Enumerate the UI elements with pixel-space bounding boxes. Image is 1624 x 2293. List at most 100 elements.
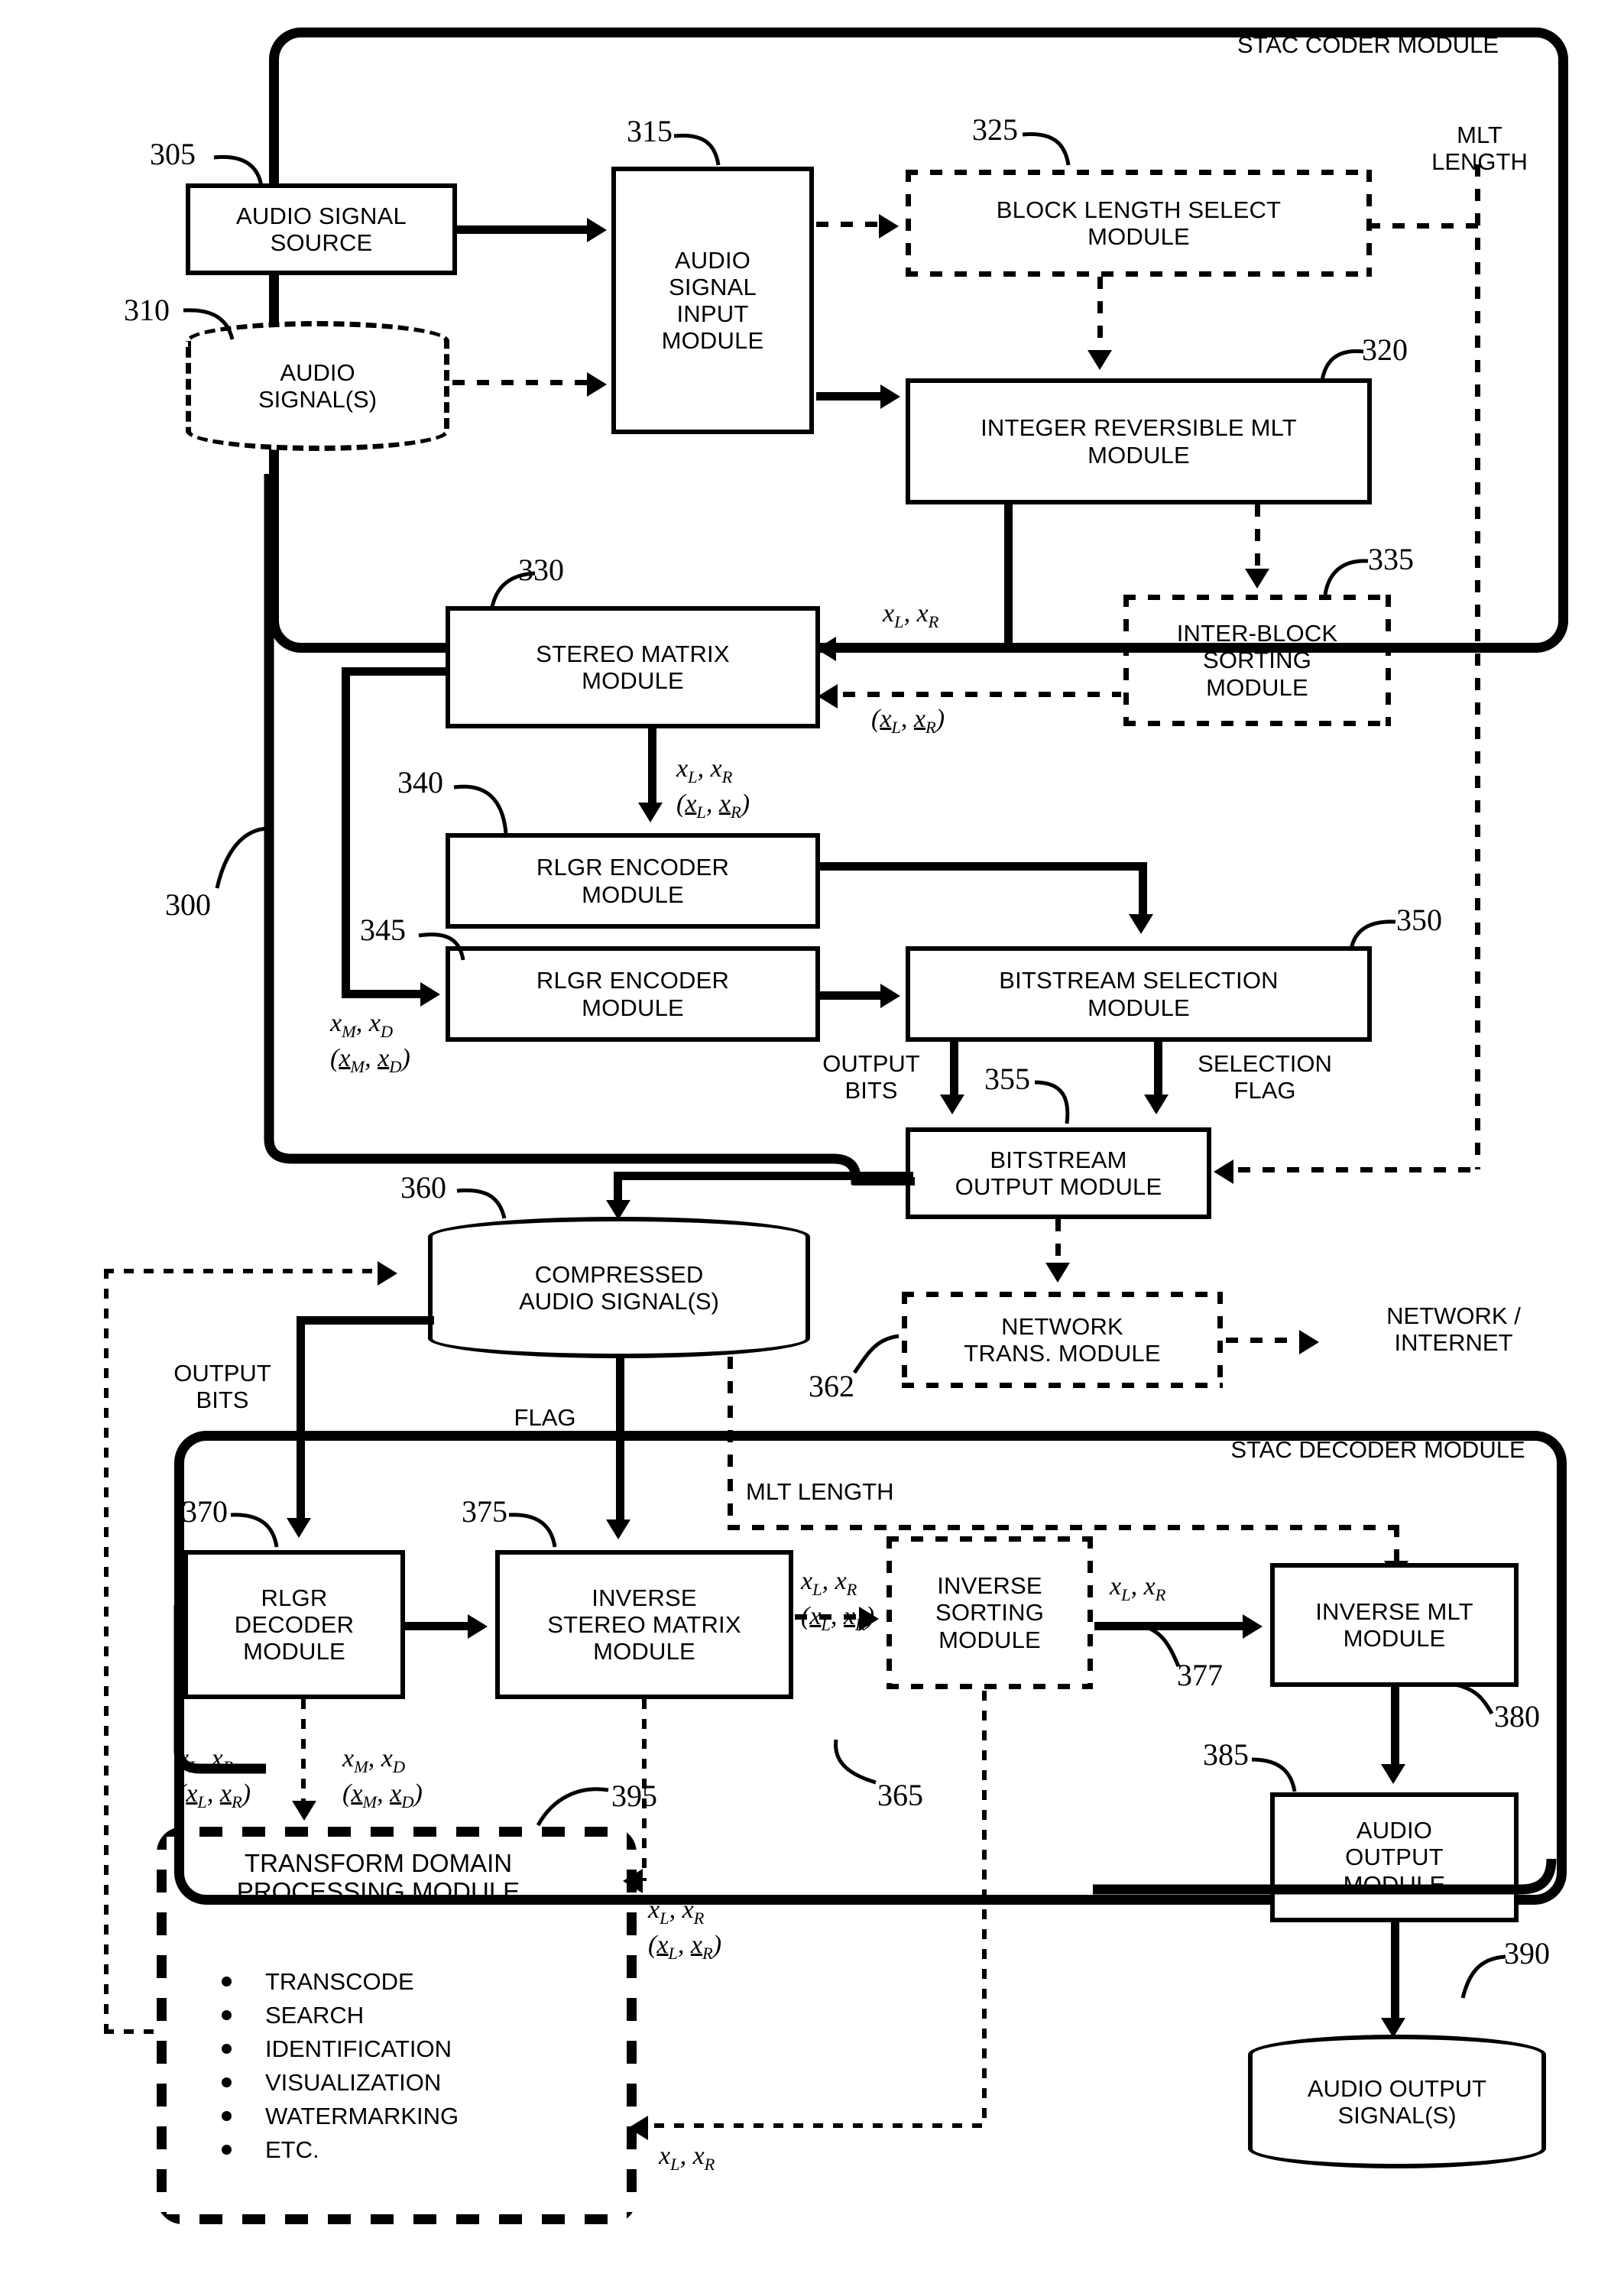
ref-305: 305 (150, 137, 196, 171)
label-xlr-tdp-right: xL, xR (xL, xR) (648, 1896, 722, 1963)
audio-signal-input-module[interactable]: AUDIO SIGNAL INPUT MODULE (611, 167, 814, 434)
list-item-label: IDENTIFICATION (265, 2035, 452, 2062)
leader-350 (1349, 919, 1396, 950)
inter-block-sorting-module-label: INTER-BLOCK SORTING MODULE (1176, 620, 1338, 701)
list-item: ETC. (222, 2132, 459, 2166)
arrow-bsm-selflag (1144, 1095, 1169, 1114)
trunk-to-bom-h (852, 1177, 915, 1185)
network-trans-module[interactable]: NETWORK TRANS. MODULE (902, 1292, 1223, 1388)
arrow-source-to-input (587, 218, 607, 242)
list-item: IDENTIFICATION (222, 2032, 459, 2065)
bullet-icon (222, 2110, 232, 2121)
arrow-network-to-internet (1299, 1330, 1319, 1354)
bullet-icon (222, 2009, 232, 2020)
audio-signal-source-label: AUDIO SIGNAL SOURCE (236, 202, 407, 256)
ref-315: 315 (627, 114, 673, 148)
rlgr-encoder-module-1-label: RLGR ENCODER MODULE (536, 854, 730, 908)
leader-362 (852, 1334, 900, 1374)
label-xlr-tdp-bottom: xL, xR (659, 2142, 715, 2174)
leader-365 (834, 1739, 877, 1785)
conn-mlt-length-into-bom (1238, 1167, 1480, 1172)
bullet-icon (222, 2043, 232, 2054)
label-mlt-length-mid: MLT LENGTH (746, 1478, 894, 1505)
inter-block-sorting-module[interactable]: INTER-BLOCK SORTING MODULE (1123, 595, 1391, 726)
list-item-label: WATERMARKING (265, 2102, 459, 2129)
list-item-label: VISUALIZATION (265, 2068, 442, 2096)
conn-mltlen-to-imlt (1394, 1525, 1399, 1565)
block-length-select-module[interactable]: BLOCK LENGTH SELECT MODULE (906, 170, 1372, 277)
label-network-internet: NETWORK / INTERNET (1386, 1302, 1521, 1356)
stac-coder-label: STAC CODER MODULE (1237, 31, 1499, 58)
arrow-mlt-to-ibs (1245, 569, 1269, 589)
inverse-stereo-matrix-module-label: INVERSE STEREO MATRIX MODULE (547, 1584, 741, 1665)
bullet-icon (222, 2077, 232, 2087)
list-item: SEARCH (222, 1998, 459, 2032)
arrow-tdp-to-store (378, 1261, 397, 1286)
rlgr-decoder-module-label: RLGR DECODER MODULE (234, 1584, 355, 1665)
inverse-sorting-module[interactable]: INVERSE SORTING MODULE (887, 1536, 1093, 1689)
conn-input-to-bls (816, 222, 882, 227)
conn-isort-to-imlt (1094, 1622, 1246, 1630)
leader-395 (536, 1787, 609, 1827)
compressed-audio-store[interactable]: COMPRESSED AUDIO SIGNAL(S) (428, 1217, 810, 1358)
decoder-trunk-right (1093, 1858, 1557, 1895)
conn-bom-to-store-v (614, 1172, 622, 1204)
bitstream-selection-module-label: BITSTREAM SELECTION MODULE (999, 967, 1279, 1021)
arrow-flag-to-ism (606, 1519, 630, 1539)
conn-bsm-outputbits (950, 1042, 958, 1098)
conn-mlt-to-ibs (1255, 504, 1260, 572)
list-item-label: SEARCH (265, 2001, 365, 2029)
leader-355 (1034, 1080, 1070, 1124)
leader-305 (213, 154, 264, 187)
inverse-stereo-matrix-module[interactable]: INVERSE STEREO MATRIX MODULE (495, 1550, 793, 1699)
list-item-label: ETC. (265, 2136, 319, 2163)
conn-bom-to-store-h (619, 1172, 848, 1180)
leader-300 (215, 826, 273, 889)
conn-bsm-selflag (1154, 1042, 1162, 1098)
ref-360: 360 (400, 1170, 446, 1205)
arrow-outputbits-to-rlgrdec (287, 1518, 311, 1538)
audio-signals-store-label: AUDIO SIGNAL(S) (258, 358, 378, 413)
bullet-icon (222, 1976, 232, 1987)
leader-320 (1320, 349, 1364, 381)
conn-isort-to-tdp-h (654, 2123, 984, 2128)
conn-store-outputbits-h (297, 1316, 434, 1325)
list-item: VISUALIZATION (222, 2065, 459, 2099)
network-trans-module-label: NETWORK TRANS. MODULE (964, 1312, 1161, 1367)
conn-network-to-internet (1226, 1338, 1302, 1343)
leader-315 (673, 133, 721, 166)
leader-360 (456, 1188, 507, 1219)
arrow-bom-to-network (1045, 1263, 1070, 1283)
leader-390 (1460, 1954, 1506, 1999)
arrow-input-to-mlt (880, 384, 900, 409)
arrow-rlgr1-to-bsm (1129, 914, 1153, 934)
conn-rlgrdec-to-tdp (301, 1699, 306, 1806)
block-length-select-module-label: BLOCK LENGTH SELECT MODULE (996, 196, 1282, 250)
ref-300: 300 (165, 887, 211, 922)
conn-tdp-to-store (104, 1269, 381, 1273)
integer-reversible-mlt-module[interactable]: INTEGER REVERSIBLE MLT MODULE (906, 378, 1372, 504)
audio-signal-source[interactable]: AUDIO SIGNAL SOURCE (186, 183, 457, 275)
label-xmd-ism-down: xM, xD (xM, xD) (342, 1744, 423, 1811)
inverse-sorting-module-label: INVERSE SORTING MODULE (935, 1572, 1045, 1653)
inverse-mlt-module[interactable]: INVERSE MLT MODULE (1270, 1563, 1519, 1687)
patent-figure: STAC CODER MODULE AUDIO SIGNAL SOURCE 305… (0, 0, 1624, 2293)
conn-mltlen-store-down (728, 1357, 733, 1529)
list-item-label: TRANSCODE (265, 1967, 414, 1995)
audio-output-store[interactable]: AUDIO OUTPUT SIGNAL(S) (1248, 2035, 1546, 2168)
arrow-imlt-to-aom (1381, 1764, 1405, 1784)
list-item: TRANSCODE (222, 1964, 459, 1998)
bitstream-selection-module[interactable]: BITSTREAM SELECTION MODULE (906, 946, 1372, 1042)
ref-325: 325 (972, 112, 1018, 147)
arrow-rlgrdec-to-ism (468, 1614, 488, 1639)
conn-imlt-to-aom (1391, 1687, 1399, 1768)
conn-mlt-down (1004, 504, 1013, 650)
conn-store-flag (616, 1354, 624, 1524)
leader-380 (1454, 1682, 1494, 1715)
bitstream-output-module[interactable]: BITSTREAM OUTPUT MODULE (906, 1127, 1211, 1219)
conn-source-to-input (457, 225, 588, 234)
label-mlt-length-top: MLT LENGTH (1431, 122, 1528, 175)
conn-aom-to-store (1391, 1922, 1399, 2022)
conn-rlgr1-down (1139, 862, 1147, 919)
integer-reversible-mlt-module-label: INTEGER REVERSIBLE MLT MODULE (981, 414, 1297, 469)
